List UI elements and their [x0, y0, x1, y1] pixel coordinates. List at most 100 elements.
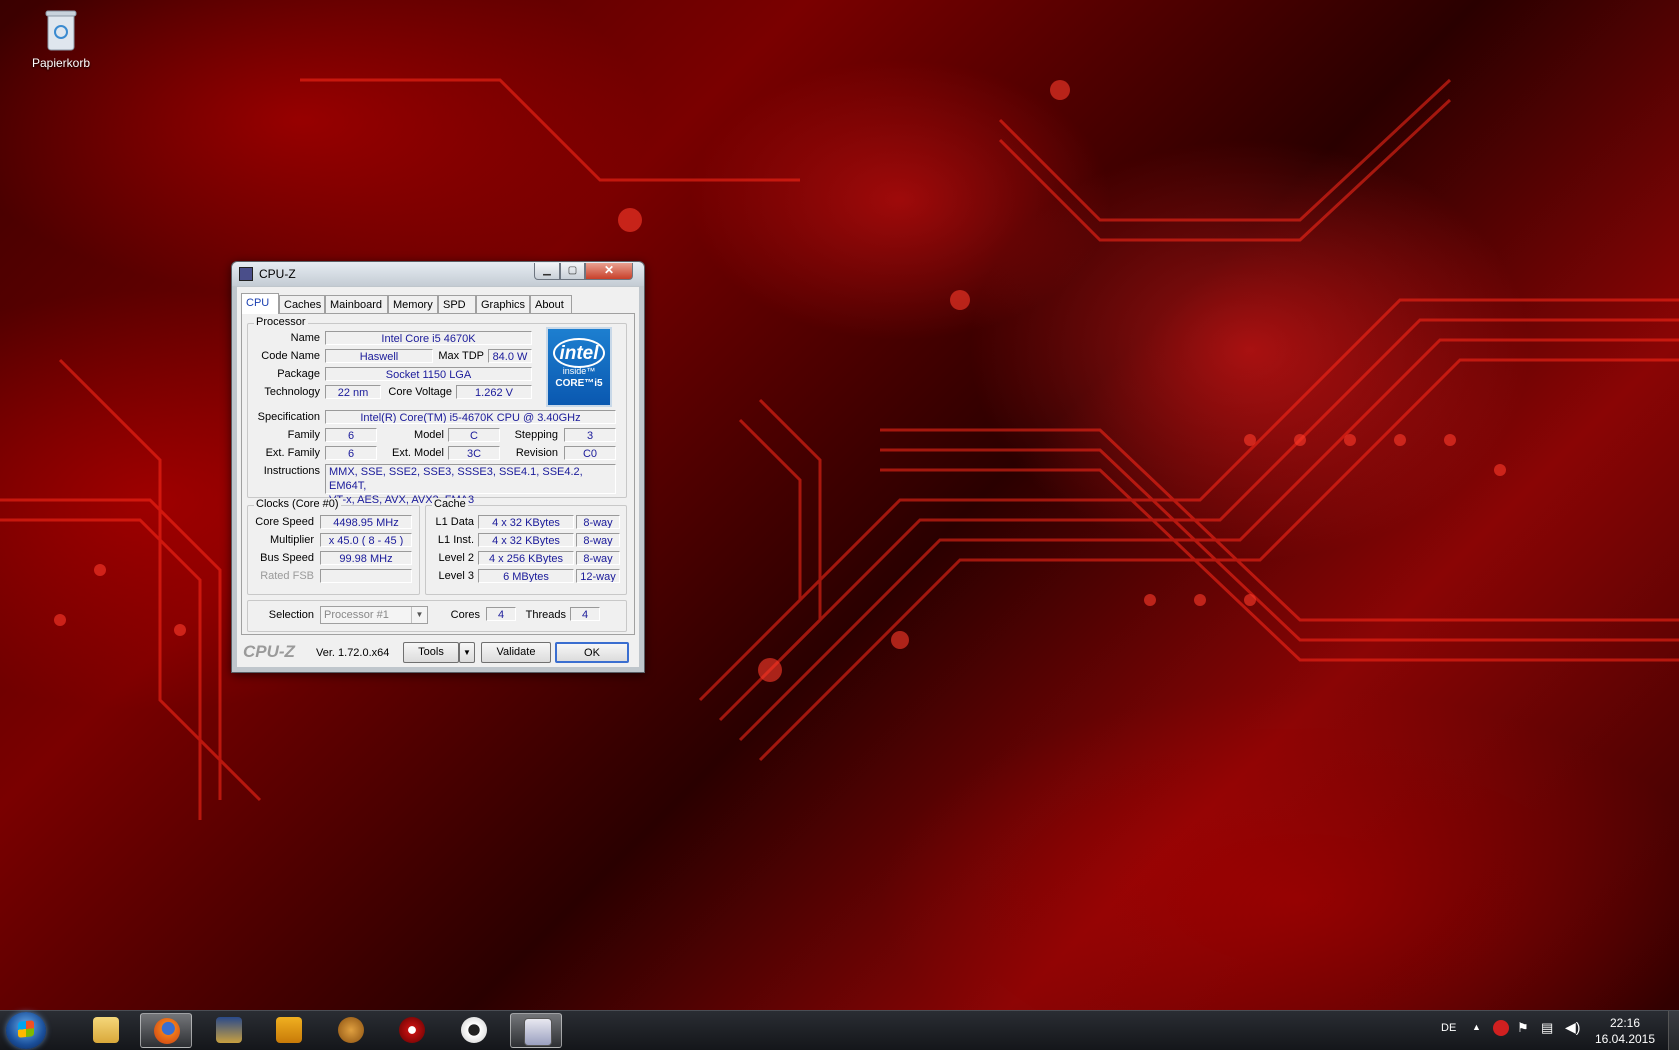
taskbar-clock[interactable]: 22:16 16.04.2015: [1585, 1015, 1665, 1047]
taskbar-ccleaner[interactable]: [448, 1013, 500, 1048]
clocks-group-title: Clocks (Core #0): [254, 498, 341, 510]
pyramid-app-icon: [338, 1017, 364, 1043]
cache-row-size: 6 MBytes: [478, 569, 574, 583]
revision-value: C0: [564, 446, 616, 460]
processor-select-value: Processor #1: [324, 609, 389, 621]
package-value: Socket 1150 LGA: [325, 367, 532, 381]
processor-select[interactable]: Processor #1 ▼: [320, 606, 428, 624]
max-tdp-label: Max TDP: [438, 350, 484, 362]
core-voltage-value: 1.262 V: [456, 385, 532, 399]
name-value: Intel Core i5 4670K: [325, 331, 532, 345]
taskbar-explorer[interactable]: [80, 1013, 132, 1048]
intel-logo-text: intel: [553, 338, 605, 368]
cache-row-way: 8-way: [576, 551, 620, 565]
cpu-z-app-icon: [239, 267, 253, 281]
tab-spd[interactable]: SPD: [438, 295, 476, 313]
cache-group-title: Cache: [432, 498, 468, 510]
ext-family-value: 6: [325, 446, 377, 460]
taskbar-pyramid-app[interactable]: [325, 1013, 377, 1048]
rated-fsb-value: [320, 569, 412, 583]
code-name-value: Haswell: [325, 349, 433, 363]
intel-inside-text: inside™: [562, 366, 596, 376]
taskbar-firefox[interactable]: [140, 1013, 192, 1048]
taskbar-biohazard-app[interactable]: [386, 1013, 438, 1048]
tab-caches[interactable]: Caches: [279, 295, 325, 313]
family-value: 6: [325, 428, 377, 442]
clock-time: 22:16: [1609, 1016, 1641, 1030]
show-hidden-icons-icon[interactable]: ▲: [1472, 1022, 1481, 1032]
cpu-z-icon: [524, 1018, 552, 1046]
family-label: Family: [287, 429, 320, 441]
tab-mainboard[interactable]: Mainboard: [325, 295, 388, 313]
revision-label: Revision: [515, 447, 558, 459]
window-client: CPU Caches Mainboard Memory SPD Graphics…: [237, 287, 639, 667]
action-center-flag-icon[interactable]: ⚑: [1517, 1020, 1529, 1036]
start-button[interactable]: [6, 1012, 46, 1049]
model-label: Model: [414, 429, 444, 441]
red-tray-icon[interactable]: [1493, 1020, 1509, 1036]
recycle-bin-icon: [44, 8, 78, 52]
tools-button[interactable]: Tools: [403, 642, 459, 663]
minimize-button[interactable]: ▁: [534, 263, 560, 280]
recycle-bin-label: Papierkorb: [31, 56, 91, 70]
cache-row-way: 8-way: [576, 533, 620, 547]
tools-dropdown-icon[interactable]: ▼: [459, 642, 475, 663]
title-bar[interactable]: CPU-Z ▁ ▢ ✕: [232, 262, 644, 286]
stepping-label: Stepping: [514, 429, 558, 441]
cores-label: Cores: [450, 609, 480, 621]
cache-row-label: Level 2: [438, 552, 474, 564]
tab-memory[interactable]: Memory: [388, 295, 438, 313]
maximize-button[interactable]: ▢: [560, 263, 585, 280]
cpu-tab-panel: Processor Name Intel Core i5 4670K Code …: [241, 313, 635, 635]
footer-bar: CPU-Z Ver. 1.72.0.x64 Tools ▼ Validate O…: [241, 640, 635, 664]
taskbar-league-of-legends[interactable]: [203, 1013, 255, 1048]
bus-speed-label: Bus Speed: [260, 552, 314, 564]
package-label: Package: [277, 368, 320, 380]
ccleaner-icon: [461, 1017, 487, 1043]
selection-label: Selection: [268, 609, 314, 621]
validate-button[interactable]: Validate: [481, 642, 551, 663]
close-button[interactable]: ✕: [585, 263, 633, 280]
technology-label: Technology: [264, 386, 320, 398]
show-desktop-button[interactable]: [1668, 1011, 1679, 1050]
firefox-icon: [154, 1018, 180, 1044]
instructions-value: MMX, SSE, SSE2, SSE3, SSSE3, SSE4.1, SSE…: [325, 464, 616, 506]
cache-row-way: 12-way: [576, 569, 620, 583]
cache-row-label: L1 Data: [435, 516, 474, 528]
intel-core-i5-logo: intel inside™ CORE™i5: [546, 327, 612, 407]
league-of-legends-icon: [216, 1017, 242, 1043]
ext-model-value: 3C: [448, 446, 500, 460]
selection-group: Selection Processor #1 ▼ Cores 4 Threads…: [247, 600, 627, 632]
threads-value: 4: [570, 607, 600, 621]
clocks-group: Clocks (Core #0) Core Speed 4498.95 MHz …: [247, 498, 420, 595]
taskbar-cpu-z[interactable]: [510, 1013, 562, 1048]
recycle-bin-shortcut[interactable]: Papierkorb: [22, 8, 100, 70]
cache-group: Cache L1 Data 4 x 32 KBytes 8-way L1 Ins…: [425, 498, 627, 595]
version-label: Ver. 1.72.0.x64: [316, 647, 390, 659]
ext-family-label: Ext. Family: [265, 447, 320, 459]
clock-date: 16.04.2015: [1594, 1032, 1656, 1046]
tab-cpu[interactable]: CPU: [241, 293, 279, 314]
max-tdp-value: 84.0 W: [488, 349, 532, 363]
core-speed-label: Core Speed: [255, 516, 314, 528]
processor-group-title: Processor: [254, 316, 308, 328]
ok-button[interactable]: OK: [555, 642, 629, 663]
network-icon[interactable]: ▤: [1541, 1020, 1553, 1036]
ext-model-label: Ext. Model: [392, 447, 444, 459]
cpu-z-brand: CPU-Z: [243, 642, 295, 661]
window-title: CPU-Z: [259, 267, 296, 281]
volume-icon[interactable]: ◀): [1565, 1019, 1580, 1036]
tab-about[interactable]: About: [530, 295, 572, 313]
m-app-icon: [276, 1017, 302, 1043]
stepping-value: 3: [564, 428, 616, 442]
chevron-down-icon[interactable]: ▼: [411, 607, 427, 623]
biohazard-app-icon: [399, 1017, 425, 1043]
cores-value: 4: [486, 607, 516, 621]
taskbar-m-app[interactable]: [263, 1013, 315, 1048]
cache-row-label: L1 Inst.: [437, 534, 474, 546]
core-voltage-label: Core Voltage: [388, 386, 452, 398]
language-indicator[interactable]: DE: [1441, 1022, 1456, 1034]
taskbar: DE ▲ ⚑ ▤ ◀) 22:16 16.04.2015: [0, 1010, 1679, 1050]
tab-graphics[interactable]: Graphics: [476, 295, 530, 313]
bus-speed-value: 99.98 MHz: [320, 551, 412, 565]
